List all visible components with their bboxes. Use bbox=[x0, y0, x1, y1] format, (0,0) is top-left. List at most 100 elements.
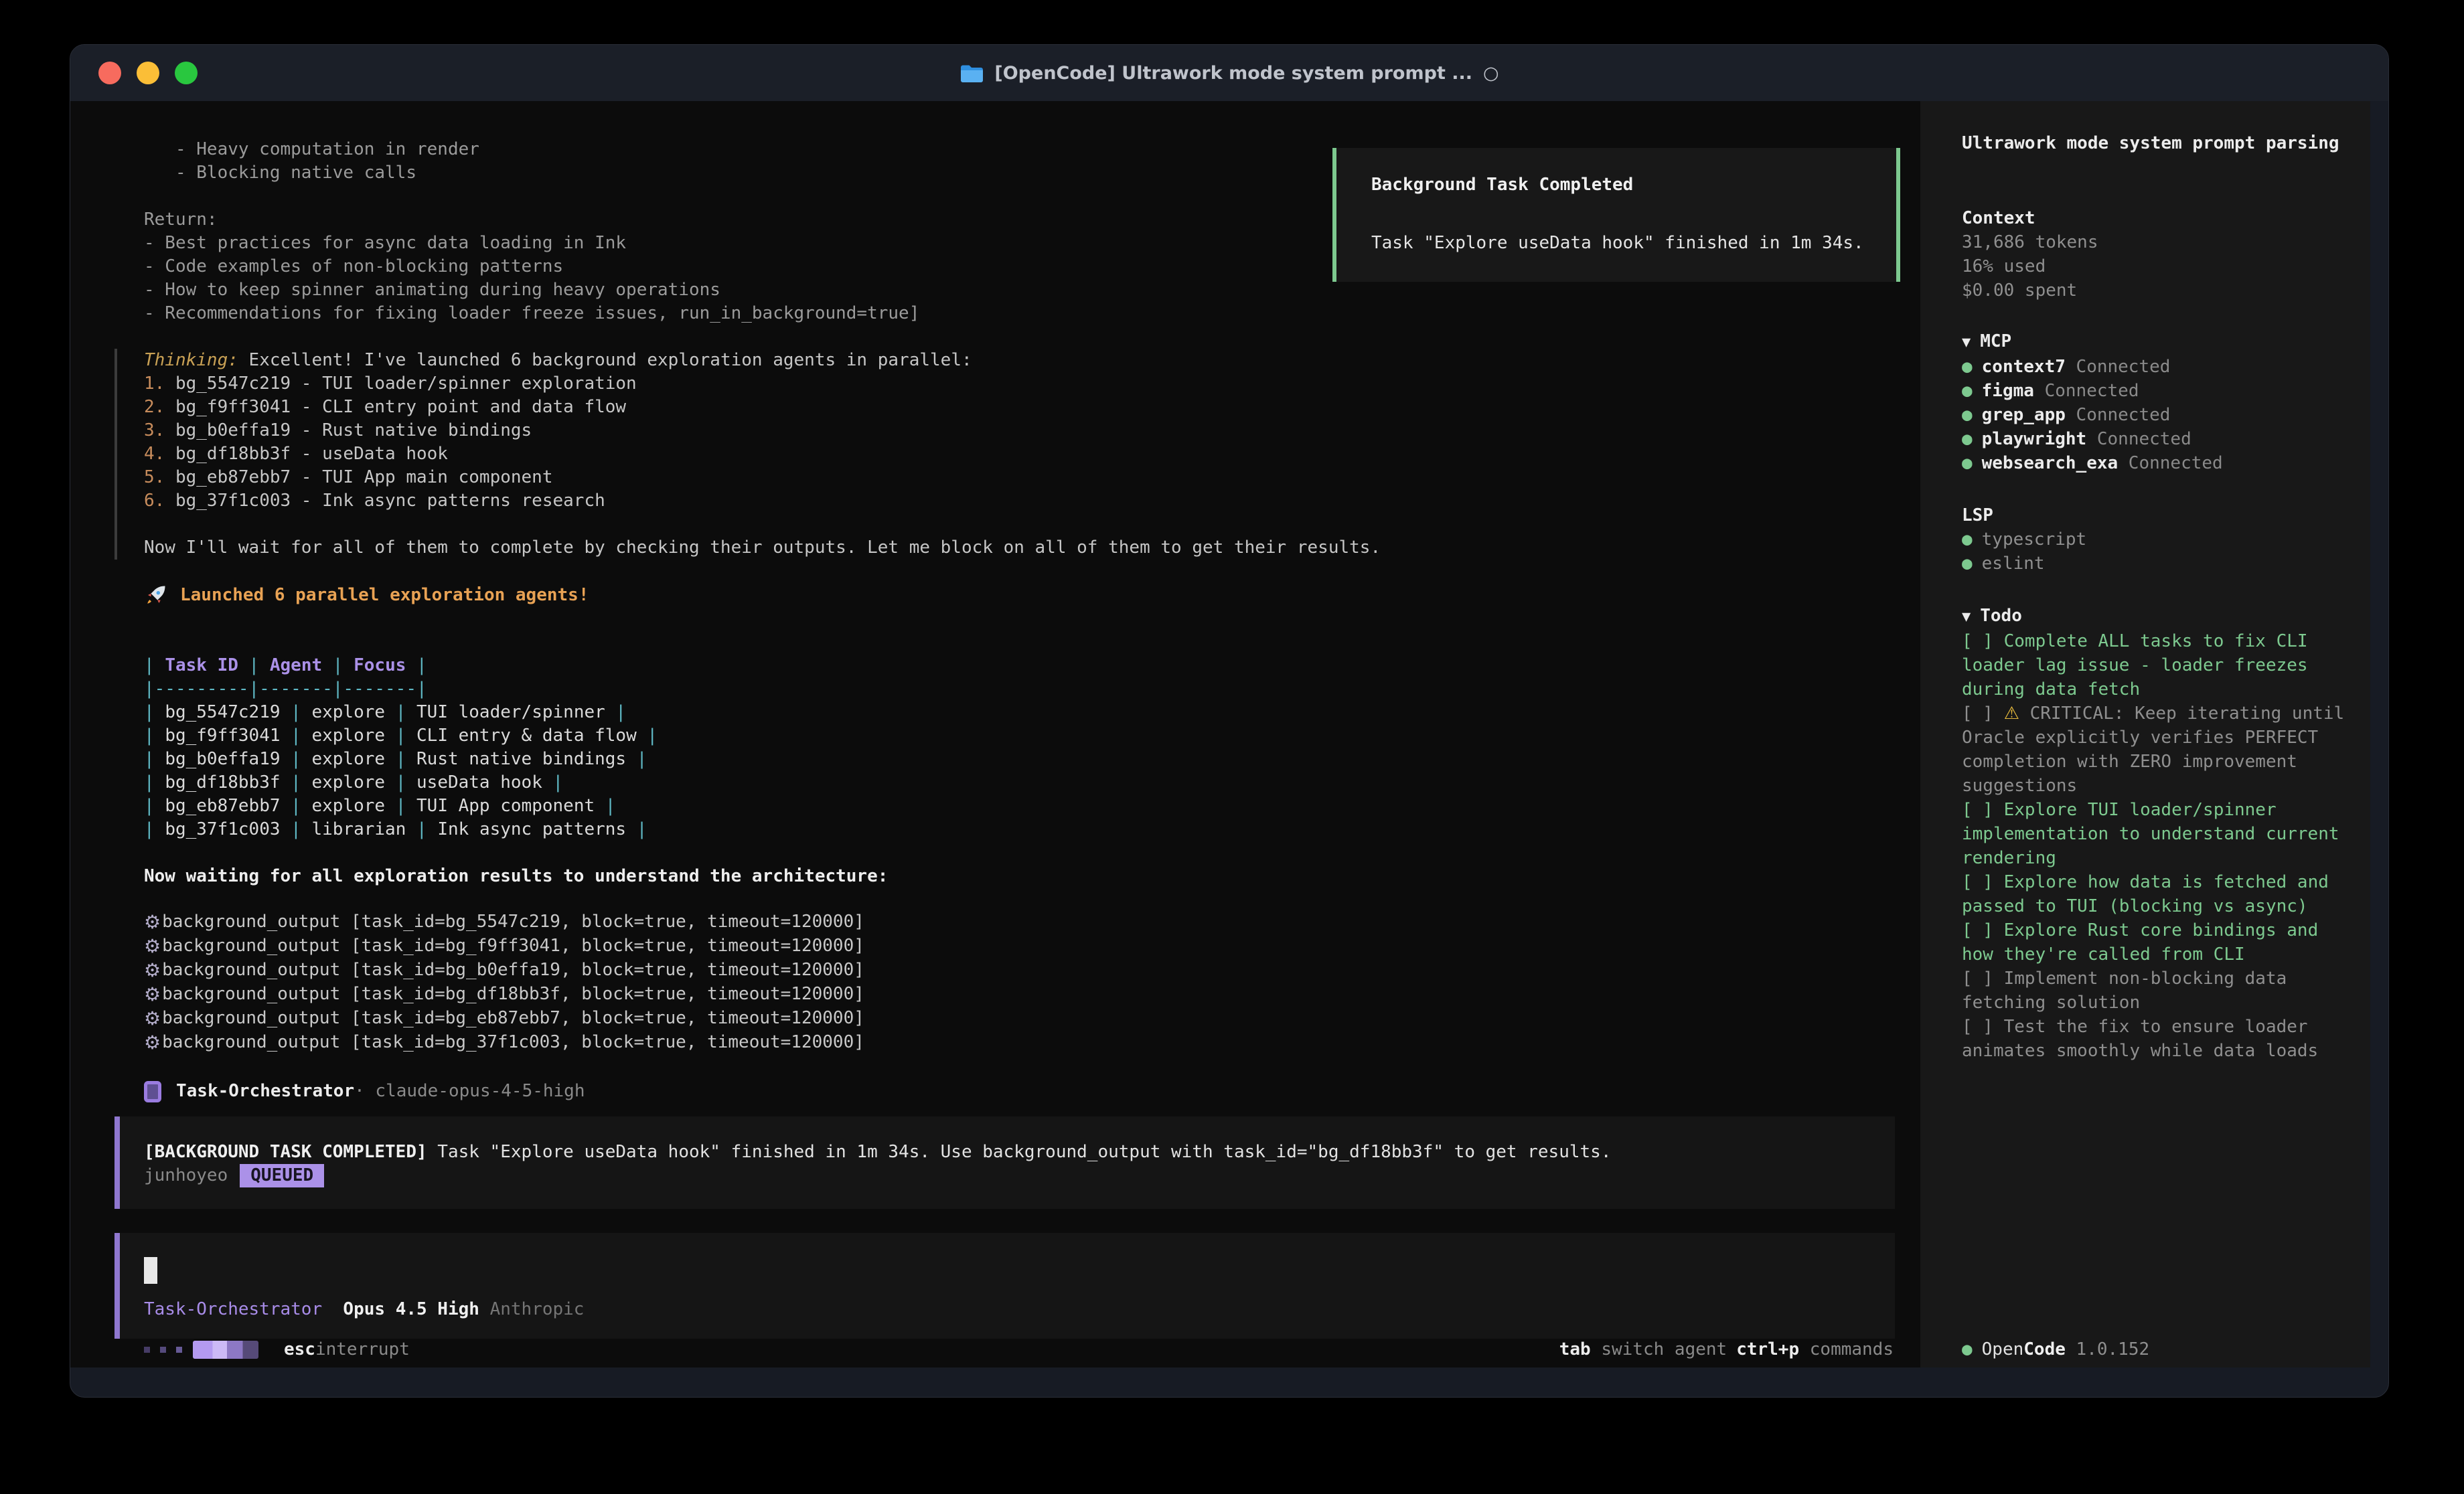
context-heading: Context bbox=[1962, 206, 2347, 230]
todo-item: [ ] Test the fix to ensure loader animat… bbox=[1962, 1015, 2347, 1063]
thinking-outro: Now I'll wait for all of them to complet… bbox=[144, 536, 1920, 560]
output-line: - How to keep spinner animating during h… bbox=[144, 278, 1920, 302]
spinner-pill-icon bbox=[193, 1341, 258, 1359]
chat-scroll-area[interactable]: - Heavy computation in render - Blocking… bbox=[70, 101, 1920, 1339]
commands-hint: ctrl+p commands bbox=[1736, 1338, 1894, 1361]
collapse-triangle-icon: ▼ bbox=[1962, 608, 1971, 625]
status-dot-icon: ● bbox=[1962, 357, 1973, 377]
username: junhoyeo bbox=[144, 1164, 228, 1187]
waiting-line: Now waiting for all exploration results … bbox=[144, 865, 1920, 888]
context-stat-line: 31,686 tokens bbox=[1962, 230, 2347, 254]
gear-icon: ⚙ bbox=[144, 1031, 161, 1054]
text-cursor bbox=[144, 1257, 157, 1284]
todo-section: ▼Todo [ ] Complete ALL tasks to fix CLI … bbox=[1962, 604, 2347, 1063]
gear-icon: ⚙ bbox=[144, 959, 161, 982]
version-number: 1.0.152 bbox=[2066, 1337, 2149, 1361]
output-line: - Recommendations for fixing loader free… bbox=[144, 302, 1920, 325]
session-title: Ultrawork mode system prompt parsing bbox=[1962, 131, 2347, 155]
tool-call-list: ⚙background_output [task_id=bg_5547c219,… bbox=[144, 910, 1920, 1054]
agent-name: Task-Orchestrator bbox=[176, 1080, 354, 1103]
collapse-triangle-icon: ▼ bbox=[1962, 334, 1971, 351]
thinking-list-item: 5. bg_eb87ebb7 - TUI App main component bbox=[144, 466, 1920, 489]
todo-item: [ ] ⚠ CRITICAL: Keep iterating until Ora… bbox=[1962, 701, 2347, 798]
title-spinner-icon: ○ bbox=[1483, 62, 1499, 85]
mcp-server-item: ●playwright Connected bbox=[1962, 427, 2347, 451]
agents-table: | Task ID | Agent | Focus ||---------|--… bbox=[144, 654, 1920, 841]
status-bar: esc interrupt tab switch agent ctrl+p co… bbox=[70, 1335, 1920, 1367]
tool-call-line: ⚙background_output [task_id=bg_37f1c003,… bbox=[144, 1030, 1920, 1054]
message-meta: junhoyeo QUEUED bbox=[144, 1164, 1868, 1187]
lsp-server-item: ●eslint bbox=[1962, 552, 2347, 576]
todo-item: [ ] Implement non-blocking data fetching… bbox=[1962, 967, 2347, 1015]
table-row: | bg_b0effa19 | explore | Rust native bi… bbox=[144, 748, 1920, 771]
status-dot-icon: ● bbox=[1962, 453, 1973, 473]
table-row: | bg_eb87ebb7 | explore | TUI App compon… bbox=[144, 795, 1920, 818]
spinner-dots-icon bbox=[144, 1347, 182, 1353]
table-header-row: | Task ID | Agent | Focus | bbox=[144, 654, 1920, 677]
mcp-server-item: ●websearch_exa Connected bbox=[1962, 451, 2347, 475]
input-agent-line: Task-Orchestrator Opus 4.5 High Anthropi… bbox=[144, 1298, 584, 1321]
todo-item: [ ] Explore how data is fetched and pass… bbox=[1962, 870, 2347, 918]
thinking-label: Thinking: bbox=[144, 350, 238, 370]
thinking-list-item: 3. bg_b0effa19 - Rust native bindings bbox=[144, 419, 1920, 442]
mcp-heading[interactable]: ▼MCP bbox=[1962, 329, 2347, 355]
table-separator-row: |---------|-------|-------| bbox=[144, 677, 1920, 701]
mcp-server-item: ●context7 Connected bbox=[1962, 355, 2347, 379]
status-dot-icon: ● bbox=[1962, 1337, 1973, 1361]
lsp-server-item: ●typescript bbox=[1962, 527, 2347, 552]
lsp-section: LSP ●typescript●eslint bbox=[1962, 503, 2347, 576]
background-task-message: [BACKGROUND TASK COMPLETED] Task "Explor… bbox=[114, 1116, 1895, 1209]
thinking-list-item: 1. bg_5547c219 - TUI loader/spinner expl… bbox=[144, 372, 1920, 396]
app-version-footer: ●OpenCode 1.0.152 bbox=[1962, 1335, 2149, 1367]
gear-icon: ⚙ bbox=[144, 934, 161, 958]
terminal-main[interactable]: - Heavy computation in render - Blocking… bbox=[70, 101, 1920, 1367]
folder-icon bbox=[959, 63, 984, 83]
input-agent-name: Task-Orchestrator bbox=[144, 1299, 322, 1319]
launch-announcement: Launched 6 parallel exploration agents! bbox=[144, 583, 1920, 607]
mcp-server-item: ●grep_app Connected bbox=[1962, 403, 2347, 427]
prompt-input[interactable]: Task-Orchestrator Opus 4.5 High Anthropi… bbox=[114, 1233, 1895, 1339]
tool-call-line: ⚙background_output [task_id=bg_b0effa19,… bbox=[144, 958, 1920, 982]
table-row: | bg_df18bb3f | explore | useData hook | bbox=[144, 771, 1920, 795]
status-dot-icon: ● bbox=[1962, 529, 1973, 550]
warning-icon: ⚠ bbox=[2004, 703, 2019, 724]
launch-text: Launched 6 parallel exploration agents! bbox=[180, 584, 589, 607]
thinking-list-item: 4. bg_df18bb3f - useData hook bbox=[144, 442, 1920, 466]
toast-notification: Background Task Completed Task "Explore … bbox=[1332, 148, 1900, 282]
status-dot-icon: ● bbox=[1962, 381, 1973, 401]
status-dot-icon: ● bbox=[1962, 554, 1973, 574]
tool-call-line: ⚙background_output [task_id=bg_5547c219,… bbox=[144, 910, 1920, 934]
todo-heading[interactable]: ▼Todo bbox=[1962, 604, 2347, 629]
toast-body: Task "Explore useData hook" finished in … bbox=[1371, 232, 1876, 255]
app-window: [OpenCode] Ultrawork mode system prompt … bbox=[70, 44, 2389, 1398]
gear-icon: ⚙ bbox=[144, 1007, 161, 1030]
esc-key-hint: esc bbox=[284, 1338, 315, 1361]
lsp-heading: LSP bbox=[1962, 503, 2347, 527]
todo-item: [ ] Complete ALL tasks to fix CLI loader… bbox=[1962, 629, 2347, 701]
mcp-section: ▼MCP ●context7 Connected●figma Connected… bbox=[1962, 329, 2347, 475]
tab-hint: tab switch agent bbox=[1559, 1338, 1727, 1361]
titlebar: [OpenCode] Ultrawork mode system prompt … bbox=[70, 45, 2388, 101]
input-agent-model: Opus 4.5 High bbox=[343, 1299, 479, 1319]
thinking-intro: Thinking: Excellent! I've launched 6 bac… bbox=[144, 349, 1920, 372]
status-dot-icon: ● bbox=[1962, 429, 1973, 449]
tool-call-line: ⚙background_output [task_id=bg_df18bb3f,… bbox=[144, 982, 1920, 1006]
tool-call-line: ⚙background_output [task_id=bg_eb87ebb7,… bbox=[144, 1006, 1920, 1030]
thinking-list-item: 2. bg_f9ff3041 - CLI entry point and dat… bbox=[144, 396, 1920, 419]
status-badge: QUEUED bbox=[240, 1164, 324, 1187]
toast-title: Background Task Completed bbox=[1371, 173, 1876, 197]
context-stat-line: $0.00 spent bbox=[1962, 278, 2347, 303]
mcp-server-item: ●figma Connected bbox=[1962, 379, 2347, 403]
sidebar: Ultrawork mode system prompt parsing Con… bbox=[1920, 101, 2370, 1367]
thinking-block: Thinking: Excellent! I've launched 6 bac… bbox=[114, 349, 1920, 560]
todo-item: [ ] Explore TUI loader/spinner implement… bbox=[1962, 798, 2347, 870]
table-row: | bg_5547c219 | explore | TUI loader/spi… bbox=[144, 701, 1920, 724]
thinking-list-item: 6. bg_37f1c003 - Ink async patterns rese… bbox=[144, 489, 1920, 513]
todo-item: [ ] Explore Rust core bindings and how t… bbox=[1962, 918, 2347, 967]
agent-model: · claude-opus-4-5-high bbox=[354, 1080, 585, 1103]
tool-call-line: ⚙background_output [task_id=bg_f9ff3041,… bbox=[144, 934, 1920, 958]
gear-icon: ⚙ bbox=[144, 983, 161, 1006]
rocket-icon bbox=[144, 583, 168, 607]
context-stat-line: 16% used bbox=[1962, 254, 2347, 278]
gear-icon: ⚙ bbox=[144, 910, 161, 934]
